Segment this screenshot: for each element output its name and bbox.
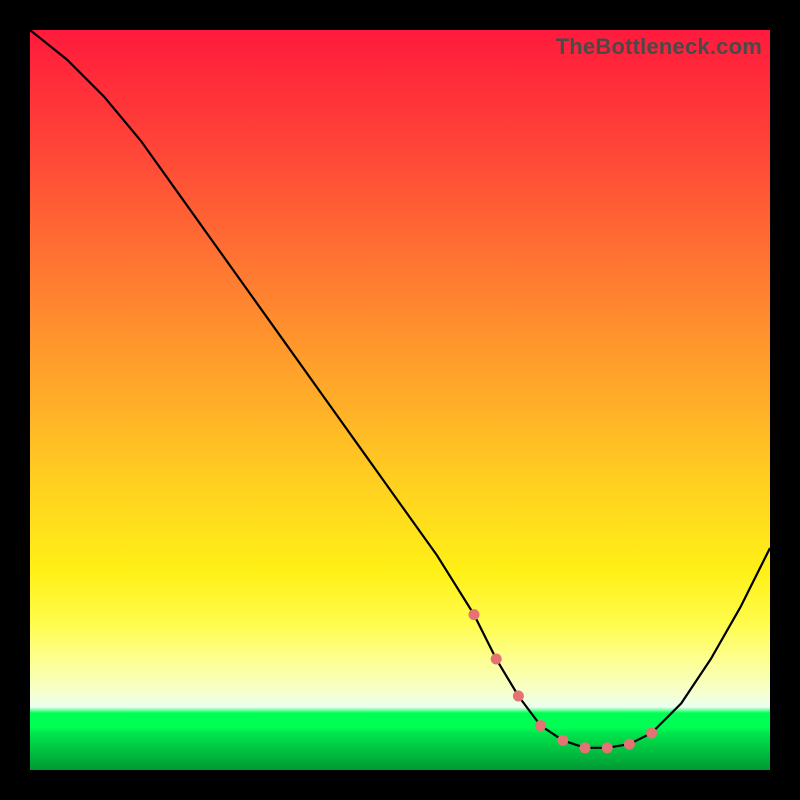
marker-point xyxy=(491,654,501,664)
marker-point xyxy=(624,739,634,749)
bottleneck-curve xyxy=(30,30,770,748)
marker-point xyxy=(647,728,657,738)
chart-frame: TheBottleneck.com xyxy=(30,30,770,770)
marker-point xyxy=(580,743,590,753)
marker-point xyxy=(536,721,546,731)
marker-point xyxy=(513,691,523,701)
highlight-markers xyxy=(469,610,657,753)
chart-svg xyxy=(30,30,770,770)
plot-area: TheBottleneck.com xyxy=(30,30,770,770)
marker-point xyxy=(558,735,568,745)
marker-point xyxy=(602,743,612,753)
marker-point xyxy=(469,610,479,620)
